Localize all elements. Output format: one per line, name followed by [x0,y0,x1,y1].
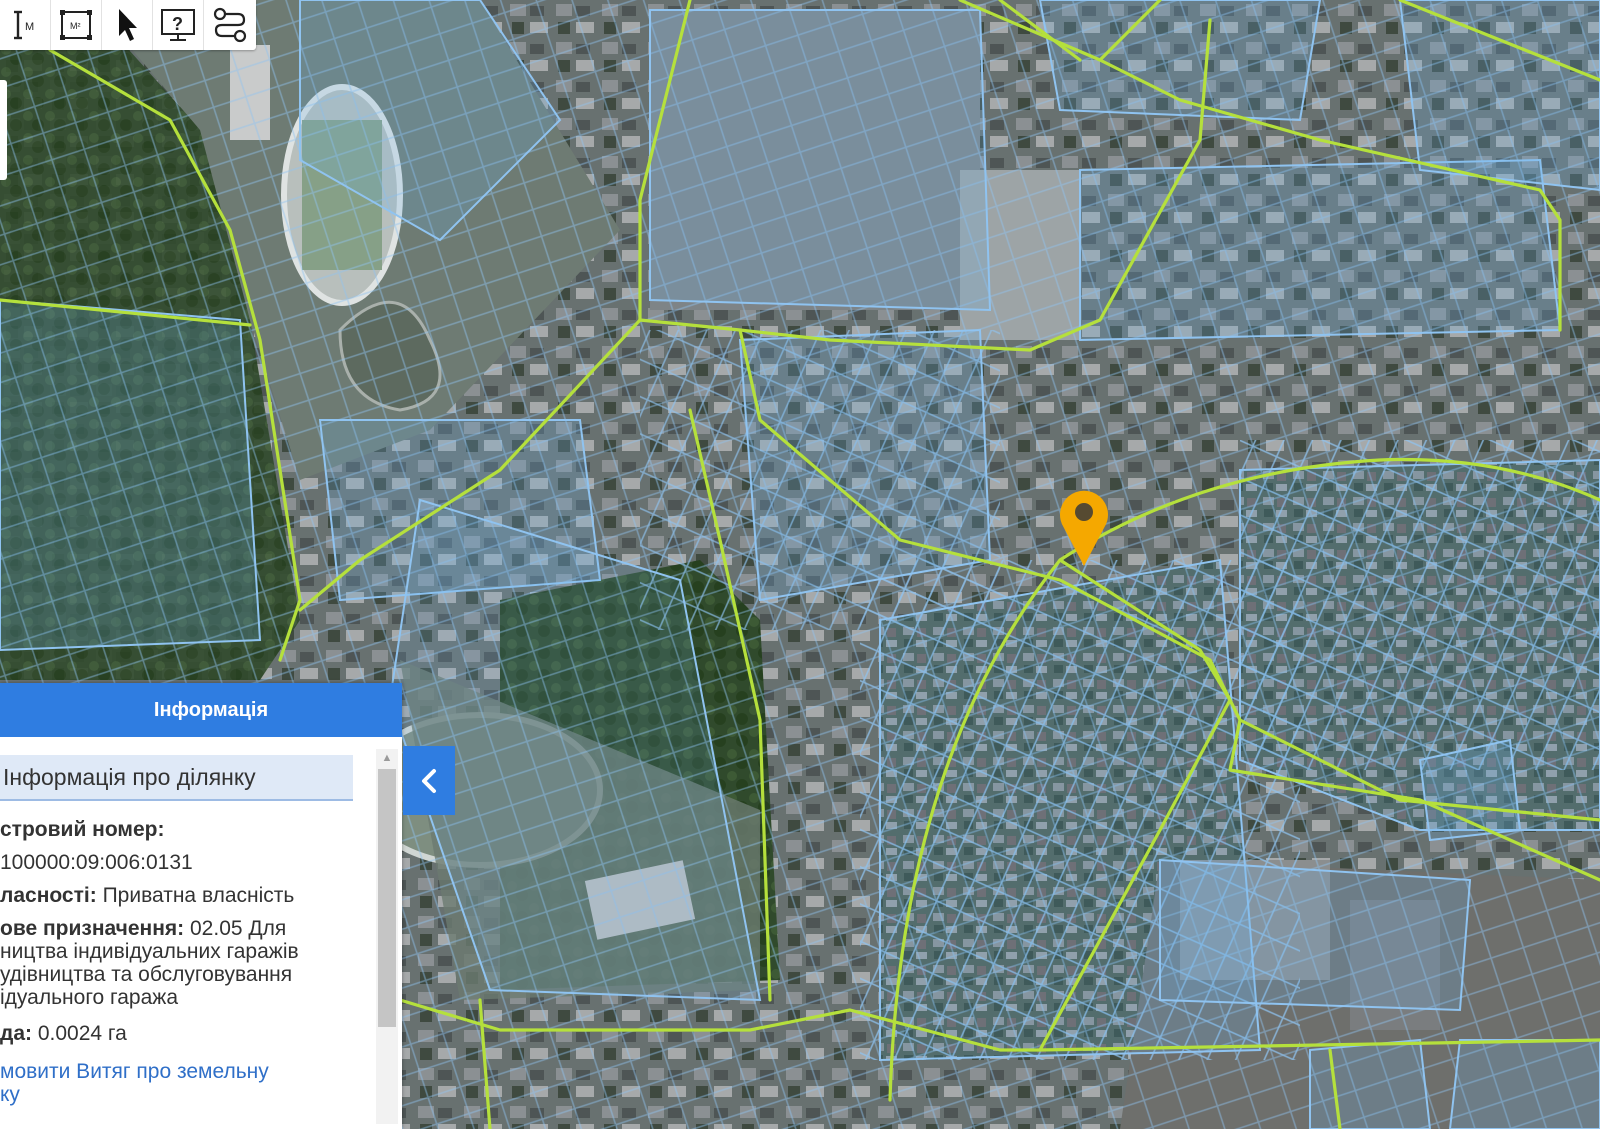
panel-title: Інформація [0,683,402,737]
purpose-row: ове призначення: 02.05 Для [0,916,286,941]
map-toolbar: M M² ? [0,0,256,50]
measure-length-label: M [25,21,34,33]
extract-order-link[interactable]: мовити Витяг про земельну [0,1059,269,1084]
purpose-value-line-2: ництва індивідуальних гаражів [0,940,299,963]
cadastral-number-row: стровий номер: [0,817,164,842]
help-monitor-icon: ? [161,9,195,41]
select-tool[interactable] [102,0,153,50]
measure-area-icon: M² [60,10,92,40]
area-value: 0.0024 га [32,1022,127,1045]
cadastral-number-label: стровий номер: [0,818,165,841]
panel-body: Інформація про ділянку стровий номер: 10… [0,737,370,1129]
measure-area-label: M² [70,21,81,31]
route-icon [213,7,246,43]
cursor-arrow-icon [119,9,137,41]
chevron-left-icon [422,768,436,793]
cadastral-number-value: 100000:09:006:0131 [0,851,193,874]
parcel-info-section-title[interactable]: Інформація про ділянку [0,755,353,801]
ownership-label: ласності: [0,884,97,907]
collapse-panel-button[interactable] [403,746,455,815]
ownership-value: Приватна власність [96,884,295,907]
purpose-value-line-3: удівництва та обслуговування [0,963,293,986]
extract-order-link-line-2[interactable]: ку [0,1082,20,1107]
scroll-thumb[interactable] [378,769,396,1027]
area-row: да: 0.0024 га [0,1021,127,1046]
area-label: да: [0,1022,33,1045]
ownership-row: ласності: Приватна власність [0,883,294,908]
purpose-label: ове призначення: [0,917,185,940]
route-tool[interactable] [204,0,255,50]
measure-length-tool[interactable]: M [0,0,51,50]
help-tool[interactable]: ? [153,0,204,50]
panel-scrollbar[interactable]: ▲ [376,749,398,1124]
measure-length-icon: M [14,10,34,40]
help-label: ? [172,14,183,34]
info-panel: Інформація Інформація про ділянку строви… [0,683,402,1129]
scroll-up-arrow-icon[interactable]: ▲ [376,749,398,767]
purpose-value: 02.05 Для [184,917,287,940]
side-control-strip[interactable] [0,80,7,180]
purpose-value-line-4: ідуального гаража [0,986,179,1009]
measure-area-tool[interactable]: M² [51,0,102,50]
